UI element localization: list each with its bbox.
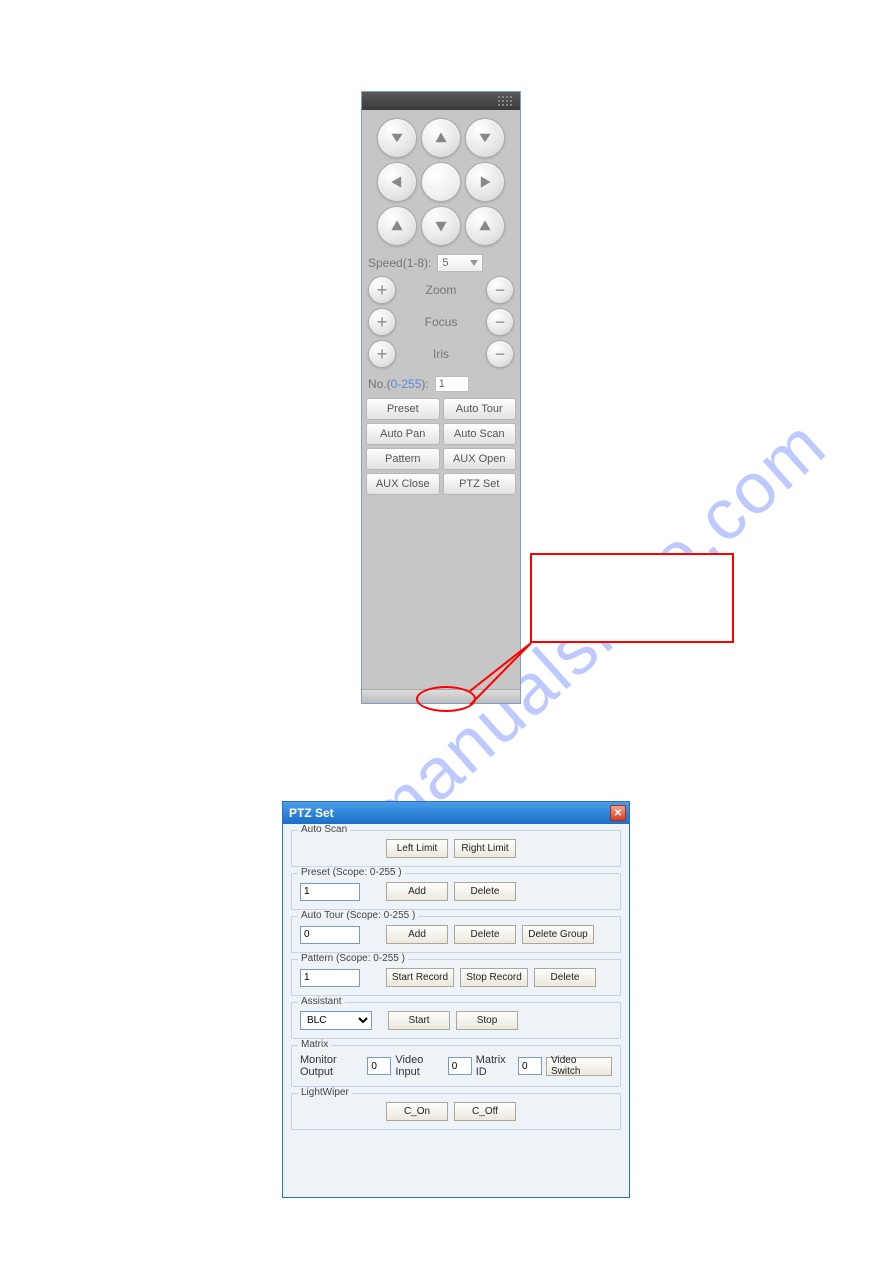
- pattern-input[interactable]: [300, 969, 360, 987]
- preset-add-button[interactable]: Add: [386, 882, 448, 901]
- zoom-minus-button[interactable]: −: [486, 276, 514, 304]
- ptz-down-left-button[interactable]: [377, 206, 417, 246]
- auto-scan-button[interactable]: Auto Scan: [443, 423, 517, 445]
- auto-pan-button[interactable]: Auto Pan: [366, 423, 440, 445]
- grip-icon: [498, 96, 512, 106]
- pattern-delete-button[interactable]: Delete: [534, 968, 596, 987]
- auto-tour-group: Auto Tour (Scope: 0-255 ) Add Delete Del…: [291, 916, 621, 953]
- auto-scan-group: Auto Scan Left Limit Right Limit: [291, 830, 621, 867]
- pattern-group: Pattern (Scope: 0-255 ) Start Record Sto…: [291, 959, 621, 996]
- assistant-select[interactable]: BLC: [300, 1011, 372, 1030]
- matrix-id-input[interactable]: [518, 1057, 542, 1075]
- no-range: 0-255: [391, 377, 422, 391]
- preset-button[interactable]: Preset: [366, 398, 440, 420]
- no-input[interactable]: [435, 376, 469, 392]
- ptz-set-dialog: PTZ Set ✕ Auto Scan Left Limit Right Lim…: [282, 801, 630, 1198]
- iris-minus-button[interactable]: −: [486, 340, 514, 368]
- ptz-up-left-button[interactable]: [377, 118, 417, 158]
- iris-label: Iris: [396, 347, 486, 361]
- assistant-stop-button[interactable]: Stop: [456, 1011, 518, 1030]
- close-button[interactable]: ✕: [610, 805, 626, 821]
- speed-value: 5: [442, 257, 448, 269]
- pattern-stop-record-button[interactable]: Stop Record: [460, 968, 528, 987]
- ptz-up-right-button[interactable]: [465, 118, 505, 158]
- video-input-label: Video Input: [395, 1054, 443, 1078]
- assistant-legend: Assistant: [298, 996, 345, 1007]
- chevron-down-icon: [470, 260, 478, 266]
- assistant-start-button[interactable]: Start: [388, 1011, 450, 1030]
- preset-input[interactable]: [300, 883, 360, 901]
- video-switch-button[interactable]: Video Switch: [546, 1057, 612, 1076]
- pattern-button[interactable]: Pattern: [366, 448, 440, 470]
- auto-tour-delete-group-button[interactable]: Delete Group: [522, 925, 594, 944]
- ptz-down-right-button[interactable]: [465, 206, 505, 246]
- light-on-button[interactable]: C_On: [386, 1102, 448, 1121]
- preset-group: Preset (Scope: 0-255 ) Add Delete: [291, 873, 621, 910]
- callout-line: [416, 553, 736, 713]
- iris-plus-button[interactable]: +: [368, 340, 396, 368]
- dialog-titlebar[interactable]: PTZ Set ✕: [283, 802, 629, 824]
- focus-minus-button[interactable]: −: [486, 308, 514, 336]
- aux-close-button[interactable]: AUX Close: [366, 473, 440, 495]
- no-label-suffix: ):: [421, 377, 428, 391]
- preset-delete-button[interactable]: Delete: [454, 882, 516, 901]
- panel-titlebar[interactable]: [362, 92, 520, 110]
- ptz-up-button[interactable]: [421, 118, 461, 158]
- dialog-title: PTZ Set: [289, 806, 334, 820]
- speed-select[interactable]: 5: [437, 254, 483, 272]
- ptz-set-button[interactable]: PTZ Set: [443, 473, 517, 495]
- auto-tour-add-button[interactable]: Add: [386, 925, 448, 944]
- light-off-button[interactable]: C_Off: [454, 1102, 516, 1121]
- pattern-start-record-button[interactable]: Start Record: [386, 968, 454, 987]
- auto-tour-delete-button[interactable]: Delete: [454, 925, 516, 944]
- direction-pad: [376, 118, 506, 246]
- matrix-id-label: Matrix ID: [476, 1054, 514, 1078]
- auto-scan-legend: Auto Scan: [298, 824, 350, 835]
- zoom-plus-button[interactable]: +: [368, 276, 396, 304]
- aux-open-button[interactable]: AUX Open: [443, 448, 517, 470]
- ptz-down-button[interactable]: [421, 206, 461, 246]
- left-limit-button[interactable]: Left Limit: [386, 839, 448, 858]
- preset-legend: Preset (Scope: 0-255 ): [298, 867, 405, 878]
- auto-tour-button[interactable]: Auto Tour: [443, 398, 517, 420]
- matrix-group: Matrix Monitor Output Video Input Matrix…: [291, 1045, 621, 1087]
- assistant-group: Assistant BLC Start Stop: [291, 1002, 621, 1039]
- ptz-center-button[interactable]: [421, 162, 461, 202]
- speed-label: Speed(1-8):: [368, 256, 431, 270]
- focus-label: Focus: [396, 315, 486, 329]
- monitor-output-input[interactable]: [367, 1057, 391, 1075]
- ptz-left-button[interactable]: [377, 162, 417, 202]
- monitor-output-label: Monitor Output: [300, 1054, 363, 1078]
- pattern-legend: Pattern (Scope: 0-255 ): [298, 953, 408, 964]
- matrix-legend: Matrix: [298, 1039, 331, 1050]
- close-icon: ✕: [614, 808, 622, 819]
- auto-tour-input[interactable]: [300, 926, 360, 944]
- light-wiper-group: LightWiper C_On C_Off: [291, 1093, 621, 1130]
- auto-tour-legend: Auto Tour (Scope: 0-255 ): [298, 910, 418, 921]
- focus-plus-button[interactable]: +: [368, 308, 396, 336]
- right-limit-button[interactable]: Right Limit: [454, 839, 516, 858]
- video-input-input[interactable]: [448, 1057, 472, 1075]
- ptz-right-button[interactable]: [465, 162, 505, 202]
- no-label-prefix: No.(: [368, 377, 391, 391]
- zoom-label: Zoom: [396, 283, 486, 297]
- light-wiper-legend: LightWiper: [298, 1087, 352, 1098]
